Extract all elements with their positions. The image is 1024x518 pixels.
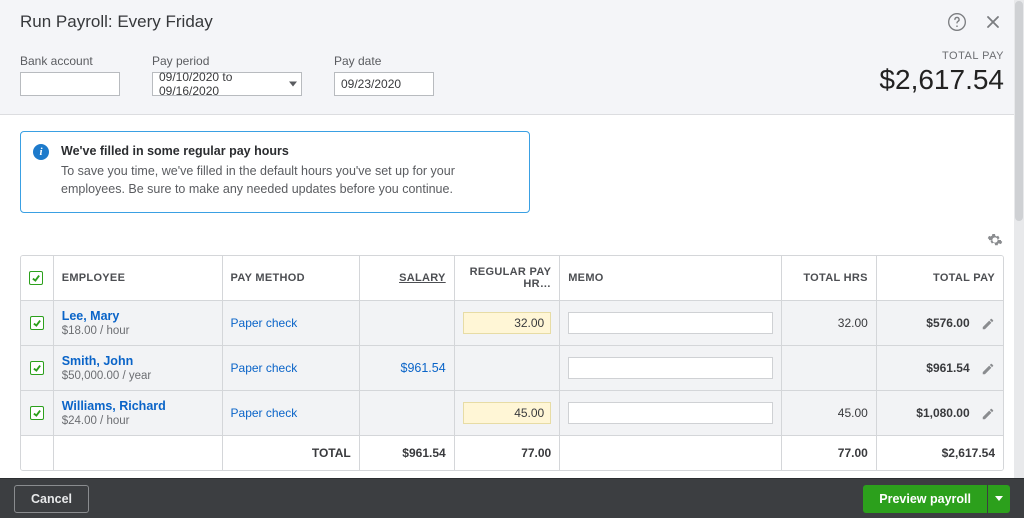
scrollbar[interactable] [1014,0,1024,478]
select-all-checkbox[interactable] [29,271,43,285]
title-bar: Run Payroll: Every Friday [0,0,1024,36]
footer-bar: Cancel Preview payroll [0,478,1024,518]
table-row: Smith, John $50,000.00 / year Paper chec… [21,346,1003,391]
row-checkbox[interactable] [30,361,44,375]
main-area: i We've filled in some regular pay hours… [0,115,1024,515]
totals-hrs: 77.00 [781,436,876,471]
pay-method-link[interactable]: Paper check [231,361,298,375]
pay-date-field: Pay date 09/23/2020 [334,54,434,96]
preview-dropdown-button[interactable] [988,485,1010,513]
total-pay-label: TOTAL PAY [879,50,1004,62]
employee-rate: $50,000.00 / year [62,370,214,382]
pencil-icon[interactable] [981,407,995,421]
bank-account-label: Bank account [20,54,120,68]
row-checkbox[interactable] [30,406,44,420]
total-pay-amount: $2,617.54 [879,64,1004,96]
totals-pay: $2,617.54 [876,436,1003,471]
salary-value[interactable]: $961.54 [401,361,446,375]
employee-rate: $18.00 / hour [62,325,214,337]
regular-hours-input[interactable]: 32.00 [463,312,552,334]
col-salary[interactable]: SALARY [359,256,454,301]
pay-period-field: Pay period 09/10/2020 to 09/16/2020 [152,54,302,96]
pay-method-link[interactable]: Paper check [231,316,298,330]
cancel-button[interactable]: Cancel [14,485,89,513]
pay-period-label: Pay period [152,54,302,68]
preview-payroll-button[interactable]: Preview payroll [863,485,987,513]
total-hrs-value: 45.00 [838,406,868,420]
pencil-icon[interactable] [981,362,995,376]
help-icon[interactable] [946,11,968,33]
memo-input[interactable] [568,312,773,334]
bank-account-input[interactable] [20,72,120,96]
regular-hours-input[interactable]: 45.00 [463,402,552,424]
bank-account-field: Bank account [20,54,120,96]
col-pay-method: PAY METHOD [222,256,359,301]
filters-row: Bank account Pay period 09/10/2020 to 09… [0,36,1024,115]
page-title: Run Payroll: Every Friday [20,12,932,32]
employee-name-link[interactable]: Lee, Mary [62,309,214,323]
employee-name-link[interactable]: Williams, Richard [62,399,214,413]
pay-period-select[interactable]: 09/10/2020 to 09/16/2020 [152,72,302,96]
employee-rate: $24.00 / hour [62,415,214,427]
table-row: Lee, Mary $18.00 / hour Paper check 32.0… [21,301,1003,346]
total-pay-value: $1,080.00 [916,406,969,420]
total-pay-block: TOTAL PAY $2,617.54 [879,50,1004,96]
total-pay-value: $576.00 [926,316,969,330]
pay-method-link[interactable]: Paper check [231,406,298,420]
info-box: i We've filled in some regular pay hours… [20,131,530,213]
info-body: To save you time, we've filled in the de… [61,162,513,198]
col-total-pay: TOTAL PAY [876,256,1003,301]
pay-date-label: Pay date [334,54,434,68]
col-employee: EMPLOYEE [53,256,222,301]
close-icon[interactable] [982,11,1004,33]
totals-label: TOTAL [222,436,359,471]
col-total-hrs: TOTAL HRS [781,256,876,301]
row-checkbox[interactable] [30,316,44,330]
employee-grid: EMPLOYEE PAY METHOD SALARY REGULAR PAY H… [20,255,1004,471]
pay-period-value: 09/10/2020 to 09/16/2020 [159,70,279,98]
table-row: Williams, Richard $24.00 / hour Paper ch… [21,391,1003,436]
chevron-down-icon [289,82,297,87]
totals-regular: 77.00 [454,436,560,471]
pay-date-input[interactable]: 09/23/2020 [334,72,434,96]
gear-icon[interactable] [986,231,1004,249]
memo-input[interactable] [568,357,773,379]
info-title: We've filled in some regular pay hours [61,144,513,158]
employee-name-link[interactable]: Smith, John [62,354,214,368]
totals-salary: $961.54 [359,436,454,471]
col-memo: MEMO [560,256,782,301]
pencil-icon[interactable] [981,317,995,331]
memo-input[interactable] [568,402,773,424]
total-hrs-value: 32.00 [838,316,868,330]
scrollbar-thumb[interactable] [1015,1,1023,221]
chevron-down-icon [995,496,1003,501]
col-regular: REGULAR PAY HR… [454,256,560,301]
info-icon: i [33,144,49,160]
total-pay-value: $961.54 [926,361,969,375]
